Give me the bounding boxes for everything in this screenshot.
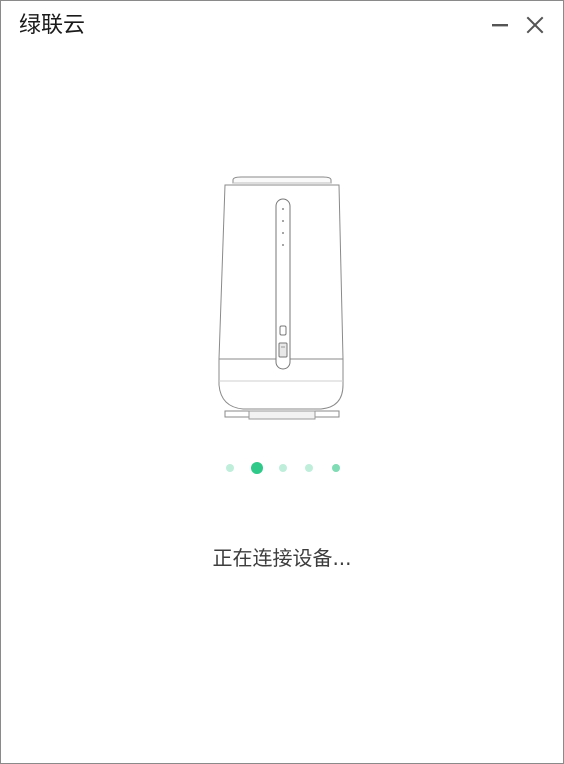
title-bar[interactable]: 绿联云 [1,1,563,53]
close-icon [526,16,544,34]
app-title: 绿联云 [19,13,86,38]
pager-dot-active [251,462,263,474]
pager-dot [279,464,287,472]
app-window: 绿联云 正在连接设备... [0,0,564,764]
minimize-button[interactable] [488,13,512,37]
minimize-icon [492,24,508,27]
carousel-pager [1,461,563,475]
pager-dot [305,464,313,472]
pager-dot [226,464,234,472]
close-button[interactable] [523,13,547,37]
pager-dot [332,464,340,472]
connection-status-text: 正在连接设备... [212,546,352,570]
nas-device-illustration [218,176,344,420]
